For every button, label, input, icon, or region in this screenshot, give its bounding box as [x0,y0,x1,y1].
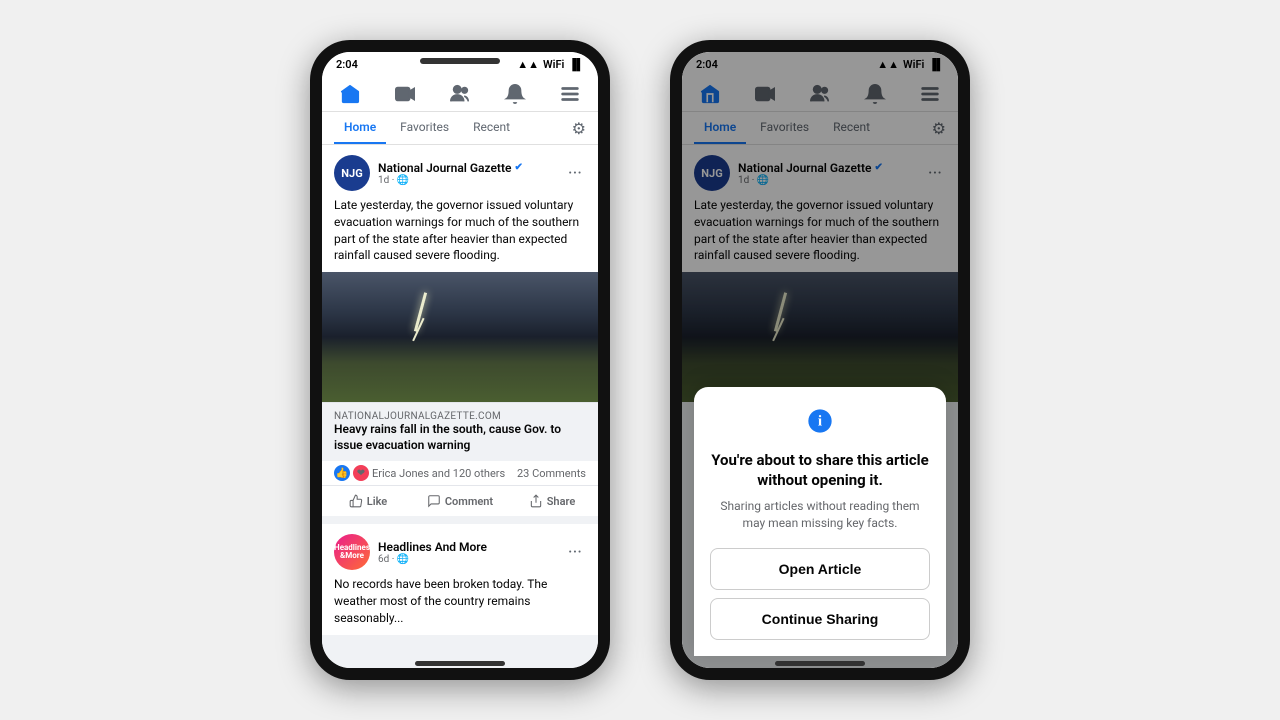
comment-label-1: Comment [445,495,493,508]
phones-container: 2:04 ▲▲ WiFi ▐▌ [310,40,970,680]
post-card-2: Headlines&More Headlines And More 6d · 🌐… [322,524,598,634]
signal-icon: ▲▲ [517,58,539,71]
share-warning-overlay: i You're about to share this article wit… [694,387,946,656]
battery-icon: ▐▌ [568,58,584,71]
overlay-subtitle: Sharing articles without reading them ma… [710,498,930,532]
author-name-2: Headlines And More [378,540,564,554]
share-btn-1[interactable]: Share [506,488,598,514]
phone-2-screen: 2:04 ▲▲ WiFi ▐▌ [682,52,958,668]
author-name-1: National Journal Gazette ✔ [378,161,564,175]
nav-home-1[interactable] [331,81,369,107]
like-label-1: Like [367,495,387,508]
reactions-row-1: 👍 ❤ Erica Jones and 120 others 23 Commen… [322,461,598,485]
share-label-1: Share [547,495,576,508]
post-card-1: NJG National Journal Gazette ✔ 1d · 🌐 ··… [322,145,598,516]
nav-friends-1[interactable] [441,81,479,107]
tabs-filter-1[interactable]: ⚙ [572,119,586,138]
avatar-headlines: Headlines&More [334,534,370,570]
phone-1: 2:04 ▲▲ WiFi ▐▌ [310,40,610,680]
post-image-1 [322,272,598,402]
tab-favorites-1[interactable]: Favorites [390,112,459,144]
phone-1-screen: 2:04 ▲▲ WiFi ▐▌ [322,52,598,668]
svg-text:i: i [818,413,822,430]
reactions-count-1: Erica Jones and 120 others [372,467,505,480]
tab-recent-1[interactable]: Recent [463,112,520,144]
post-meta-1: 1d · 🌐 [378,175,564,186]
post-more-1[interactable]: ··· [564,163,586,184]
status-icons-1: ▲▲ WiFi ▐▌ [517,58,584,71]
author-info-1: National Journal Gazette ✔ 1d · 🌐 [378,161,564,186]
actions-row-1: Like Comment Share [322,485,598,516]
verified-icon-1: ✔ [514,162,522,173]
post-text-2: No records have been broken today. The w… [322,576,598,634]
post-header-1: NJG National Journal Gazette ✔ 1d · 🌐 ··… [322,145,598,197]
status-bar-1: 2:04 ▲▲ WiFi ▐▌ [322,52,598,75]
like-btn-1[interactable]: Like [322,488,414,514]
avatar-njg: NJG [334,155,370,191]
link-domain-1: NATIONALJOURNALGAZETTE.COM [334,411,586,422]
tabs-bar-1: Home Favorites Recent ⚙ [322,112,598,145]
open-article-button[interactable]: Open Article [710,548,930,590]
feed-1: NJG National Journal Gazette ✔ 1d · 🌐 ··… [322,145,598,668]
phone-2: 2:04 ▲▲ WiFi ▐▌ [670,40,970,680]
nav-bell-1[interactable] [496,81,534,107]
reactions-left-1: 👍 ❤ Erica Jones and 120 others [334,465,505,481]
overlay-title: You're about to share this article witho… [710,451,930,490]
info-icon: i [710,407,930,441]
status-time-1: 2:04 [336,58,358,71]
link-preview-1: NATIONALJOURNALGAZETTE.COM Heavy rains f… [322,402,598,461]
like-emoji: 👍 [334,465,350,481]
lightning-effect [413,292,426,331]
post-header-2: Headlines&More Headlines And More 6d · 🌐… [322,524,598,576]
nav-video-1[interactable] [386,81,424,107]
nav-bar-1 [322,75,598,112]
continue-sharing-button[interactable]: Continue Sharing [710,598,930,640]
author-info-2: Headlines And More 6d · 🌐 [378,540,564,565]
wifi-icon: WiFi [543,58,564,71]
tab-home-1[interactable]: Home [334,112,386,144]
post-meta-2: 6d · 🌐 [378,554,564,565]
post-text-1: Late yesterday, the governor issued volu… [322,197,598,272]
nav-menu-1[interactable] [551,81,589,107]
post-more-2[interactable]: ··· [564,542,586,563]
link-title-1: Heavy rains fall in the south, cause Gov… [334,422,586,453]
comment-btn-1[interactable]: Comment [414,488,506,514]
comments-count-1: 23 Comments [517,467,586,480]
heart-emoji: ❤ [353,465,369,481]
